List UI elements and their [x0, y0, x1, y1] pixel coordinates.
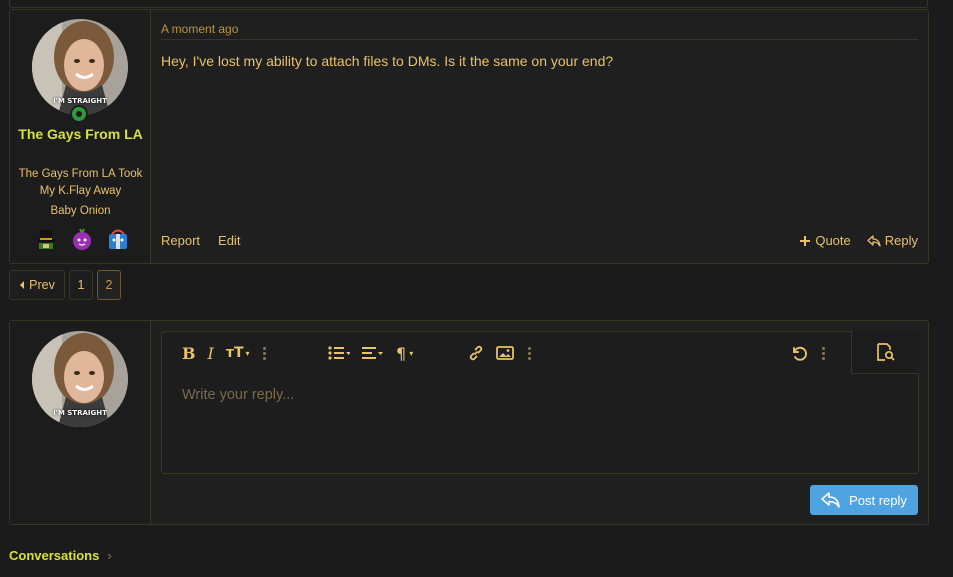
list-icon[interactable]: [328, 342, 350, 364]
quote-button[interactable]: Quote: [799, 233, 851, 248]
user-banner: Baby Onion: [50, 205, 111, 217]
caret-left-icon: [20, 281, 25, 289]
more-icon[interactable]: [262, 346, 268, 360]
edit-link[interactable]: Edit: [218, 233, 240, 248]
image-icon[interactable]: [496, 342, 514, 364]
post-reply-label: Post reply: [849, 492, 907, 508]
onion-trophy-icon[interactable]: [70, 227, 94, 251]
avatar[interactable]: I'M STRAIGHT: [32, 19, 128, 115]
message-main: A moment ago Hey, I've lost my ability t…: [161, 10, 918, 263]
prev-label: Prev: [29, 278, 55, 292]
previous-message-border: [9, 0, 928, 8]
reply-label: Reply: [884, 233, 918, 248]
editor-toolbar: B I тТ ▾ ¶ ▾: [162, 331, 919, 374]
message: I'M STRAIGHT The Gays From LA The Gays F…: [9, 9, 929, 264]
trophy-list: [34, 226, 130, 252]
pagination: Prev 1 2: [9, 270, 121, 300]
reply-input[interactable]: Write your reply...: [182, 387, 294, 403]
toolbar-group-text: B I тТ ▾: [182, 332, 268, 374]
post-reply-button[interactable]: Post reply: [810, 485, 918, 515]
reply-icon: [821, 492, 840, 508]
gift-trophy-icon[interactable]: [106, 227, 130, 251]
avatar-caption: I'M STRAIGHT: [53, 97, 107, 105]
toolbar-group-format: ¶ ▾: [328, 332, 413, 374]
reply-icon: [867, 234, 881, 247]
message-actions-right: Quote Reply: [799, 233, 918, 248]
message-timestamp[interactable]: A moment ago: [161, 22, 238, 36]
reply-editor: B I тТ ▾ ¶ ▾ Write your reply...: [161, 331, 919, 474]
breadcrumb: Conversations ›: [9, 548, 112, 563]
bold-icon[interactable]: B: [182, 342, 196, 364]
page-2-current[interactable]: 2: [97, 270, 121, 300]
more-icon[interactable]: [820, 346, 826, 360]
avatar-caption: I'M STRAIGHT: [53, 409, 107, 417]
toolbar-group-insert: [468, 332, 532, 374]
message-actions-left: Report Edit: [161, 233, 240, 248]
text-size-icon[interactable]: тТ ▾: [226, 342, 250, 364]
divider: [161, 39, 918, 40]
preview-icon: [876, 343, 895, 361]
undo-icon[interactable]: [790, 342, 808, 364]
message-body: Hey, I've lost my ability to attach file…: [161, 53, 614, 69]
paragraph-icon[interactable]: ¶ ▾: [396, 342, 413, 364]
link-icon[interactable]: [468, 342, 484, 364]
plus-icon: [800, 235, 811, 246]
toolbar-group-history: [790, 332, 826, 374]
chevron-right-icon: ›: [107, 548, 112, 563]
message-user-block: I'M STRAIGHT The Gays From LA The Gays F…: [10, 10, 151, 263]
report-link[interactable]: Report: [161, 233, 200, 248]
username[interactable]: The Gays From LA: [14, 124, 147, 145]
reply-button[interactable]: Reply: [867, 233, 918, 248]
quick-reply: I'M STRAIGHT B I тТ ▾ ¶ ▾ Write your rep…: [9, 320, 929, 525]
user-title: The Gays From LA Took My K.Flay Away: [18, 168, 143, 197]
align-icon[interactable]: [362, 342, 384, 364]
breadcrumb-conversations[interactable]: Conversations: [9, 548, 99, 563]
more-icon[interactable]: [526, 346, 532, 360]
reply-user-block: I'M STRAIGHT: [10, 321, 151, 524]
prev-page-button[interactable]: Prev: [9, 270, 65, 300]
top-hat-trophy-icon[interactable]: [34, 227, 58, 251]
online-status-icon: [70, 105, 88, 123]
italic-icon[interactable]: I: [208, 342, 214, 364]
preview-toggle[interactable]: [851, 331, 919, 374]
avatar[interactable]: I'M STRAIGHT: [32, 331, 128, 427]
page-1-link[interactable]: 1: [69, 270, 93, 300]
quote-label: Quote: [815, 233, 851, 248]
